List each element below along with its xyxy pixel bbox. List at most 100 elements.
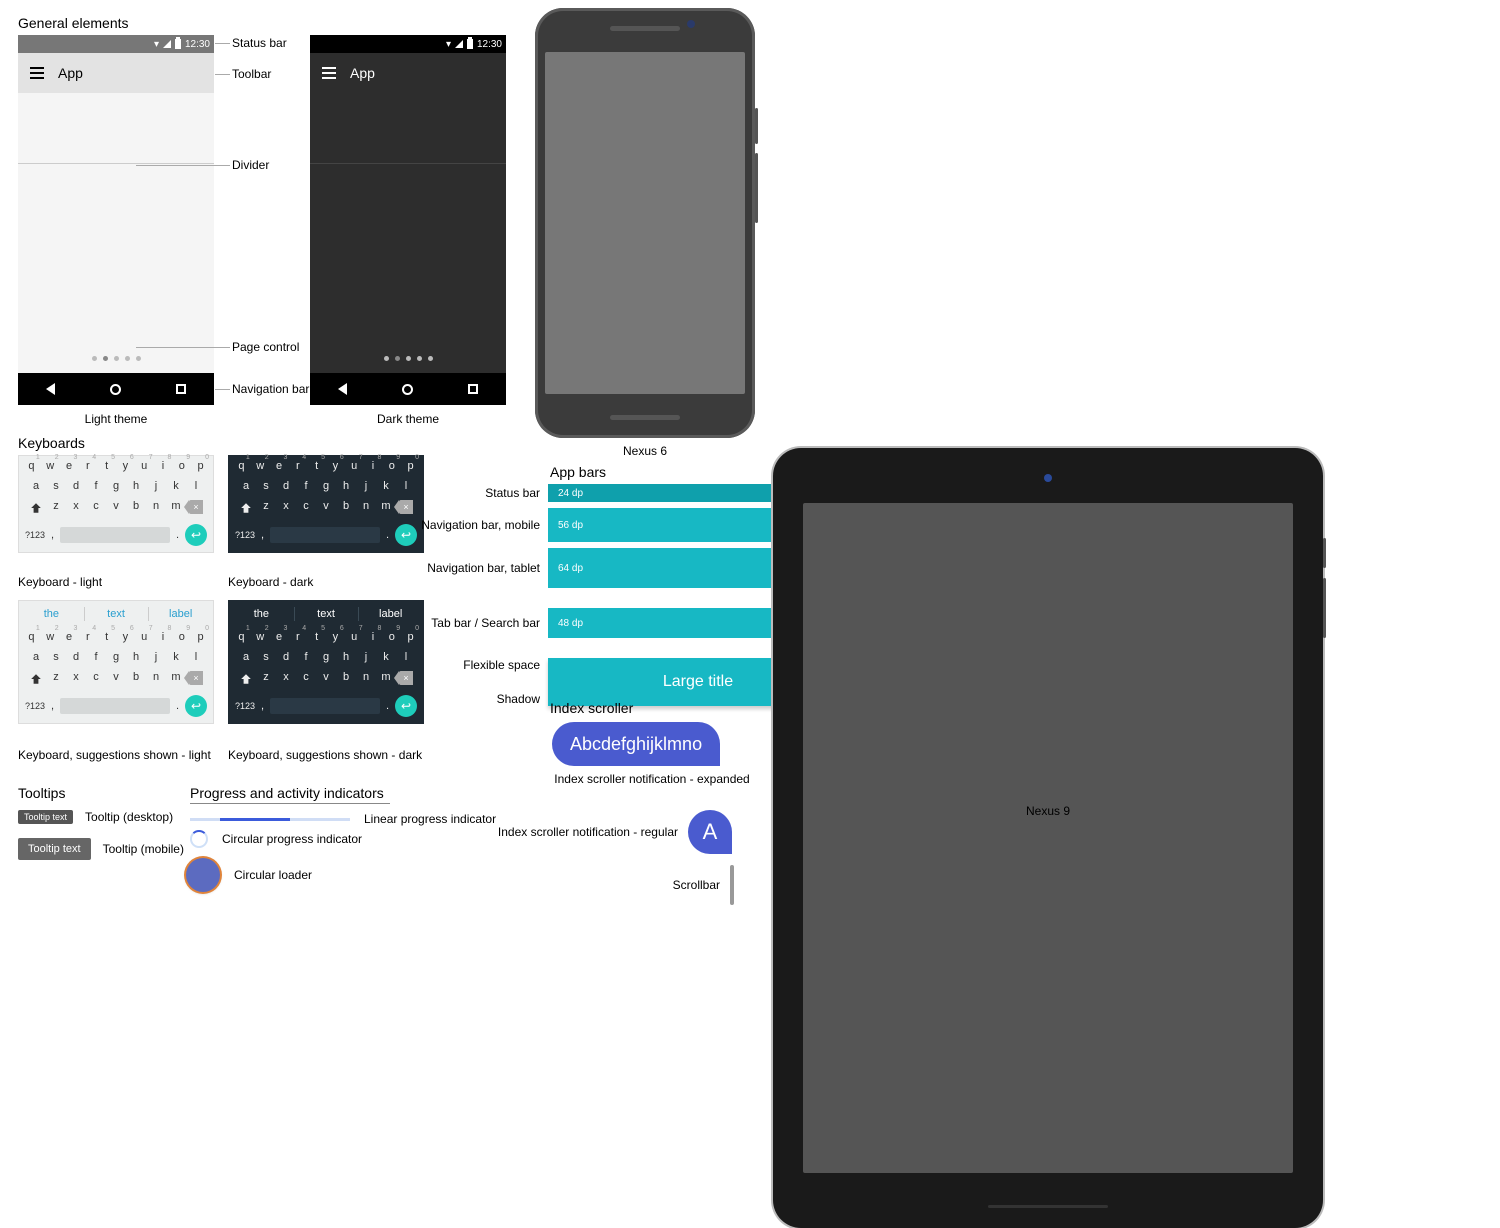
key-c[interactable]: c [89, 671, 103, 687]
key-b[interactable]: b [339, 671, 353, 687]
key-u[interactable]: u7 [348, 631, 361, 643]
key-z[interactable]: z [259, 500, 273, 516]
key-q[interactable]: q1 [235, 460, 248, 472]
key-h[interactable]: h [339, 651, 353, 663]
backspace-key-icon[interactable]: × [189, 500, 203, 514]
key-a[interactable]: a [29, 480, 43, 492]
key-r[interactable]: r4 [81, 460, 94, 472]
key-e[interactable]: e3 [63, 460, 76, 472]
key-d[interactable]: d [69, 651, 83, 663]
key-o[interactable]: o9 [385, 460, 398, 472]
key-v[interactable]: v [109, 500, 123, 516]
shift-key-icon[interactable] [239, 500, 253, 516]
key-c[interactable]: c [89, 500, 103, 516]
kbd-suggestion[interactable]: label [148, 601, 213, 627]
key-o[interactable]: o9 [385, 631, 398, 643]
nav-back-icon[interactable] [338, 383, 347, 395]
key-n[interactable]: n [359, 500, 373, 516]
key-q[interactable]: q1 [235, 631, 248, 643]
key-y[interactable]: y6 [119, 460, 132, 472]
key-f[interactable]: f [299, 651, 313, 663]
symbols-key[interactable]: ?123 [235, 530, 255, 540]
key-p[interactable]: p0 [404, 460, 417, 472]
nav-recent-icon[interactable] [176, 384, 186, 394]
key-m[interactable]: m [379, 671, 393, 687]
key-f[interactable]: f [89, 480, 103, 492]
key-d[interactable]: d [69, 480, 83, 492]
key-j[interactable]: j [359, 480, 373, 492]
key-period[interactable]: . [176, 529, 179, 541]
key-b[interactable]: b [129, 671, 143, 687]
key-j[interactable]: j [359, 651, 373, 663]
page-control-dark[interactable] [310, 356, 506, 361]
key-d[interactable]: d [279, 480, 293, 492]
key-h[interactable]: h [339, 480, 353, 492]
key-comma[interactable]: , [261, 700, 264, 712]
key-x[interactable]: x [69, 500, 83, 516]
index-scroller-expanded[interactable]: Abcdefghijklmno [552, 722, 720, 766]
key-n[interactable]: n [149, 671, 163, 687]
space-key[interactable] [270, 698, 380, 714]
key-s[interactable]: s [259, 651, 273, 663]
key-j[interactable]: j [149, 480, 163, 492]
key-w[interactable]: w2 [254, 460, 267, 472]
key-s[interactable]: s [259, 480, 273, 492]
key-i[interactable]: i8 [367, 631, 380, 643]
key-p[interactable]: p0 [194, 460, 207, 472]
key-n[interactable]: n [149, 500, 163, 516]
key-w[interactable]: w2 [44, 631, 57, 643]
kbd-suggestion[interactable]: text [294, 601, 359, 627]
power-button[interactable] [755, 108, 758, 144]
kbd-suggestion[interactable]: text [84, 601, 149, 627]
nexus9-screen[interactable] [803, 503, 1293, 1173]
nav-home-icon[interactable] [402, 384, 413, 395]
key-comma[interactable]: , [261, 529, 264, 541]
key-u[interactable]: u7 [138, 460, 151, 472]
tablet-volume-button[interactable] [1323, 578, 1326, 638]
key-x[interactable]: x [279, 671, 293, 687]
key-m[interactable]: m [379, 500, 393, 516]
menu-icon[interactable] [322, 67, 336, 79]
page-control-light[interactable] [18, 356, 214, 361]
key-d[interactable]: d [279, 651, 293, 663]
key-k[interactable]: k [169, 480, 183, 492]
keyboard-sugg-dark[interactable]: thetextlabelq1w2e3r4t5y6u7i8o9p0asdfghjk… [228, 600, 424, 724]
nav-home-icon[interactable] [110, 384, 121, 395]
key-comma[interactable]: , [51, 529, 54, 541]
key-z[interactable]: z [49, 500, 63, 516]
key-o[interactable]: o9 [175, 460, 188, 472]
shift-key-icon[interactable] [239, 671, 253, 687]
key-s[interactable]: s [49, 651, 63, 663]
key-e[interactable]: e3 [273, 631, 286, 643]
key-k[interactable]: k [169, 651, 183, 663]
symbols-key[interactable]: ?123 [25, 701, 45, 711]
key-x[interactable]: x [69, 671, 83, 687]
key-m[interactable]: m [169, 671, 183, 687]
key-e[interactable]: e3 [273, 460, 286, 472]
key-b[interactable]: b [129, 500, 143, 516]
key-z[interactable]: z [49, 671, 63, 687]
key-q[interactable]: q1 [25, 460, 38, 472]
key-q[interactable]: q1 [25, 631, 38, 643]
key-period[interactable]: . [386, 700, 389, 712]
key-z[interactable]: z [259, 671, 273, 687]
keyboard-dark[interactable]: q1w2e3r4t5y6u7i8o9p0asdfghjklzxcvbnm×?12… [228, 455, 424, 553]
key-comma[interactable]: , [51, 700, 54, 712]
key-y[interactable]: y6 [329, 631, 342, 643]
key-c[interactable]: c [299, 671, 313, 687]
key-a[interactable]: a [239, 651, 253, 663]
tablet-power-button[interactable] [1323, 538, 1326, 568]
nexus6-screen[interactable] [545, 52, 745, 394]
key-g[interactable]: g [319, 480, 333, 492]
key-a[interactable]: a [29, 651, 43, 663]
key-j[interactable]: j [149, 651, 163, 663]
key-a[interactable]: a [239, 480, 253, 492]
space-key[interactable] [60, 698, 170, 714]
key-period[interactable]: . [176, 700, 179, 712]
key-f[interactable]: f [89, 651, 103, 663]
key-p[interactable]: p0 [194, 631, 207, 643]
key-i[interactable]: i8 [367, 460, 380, 472]
enter-key-icon[interactable]: ↩ [185, 695, 207, 717]
key-i[interactable]: i8 [157, 460, 170, 472]
key-b[interactable]: b [339, 500, 353, 516]
